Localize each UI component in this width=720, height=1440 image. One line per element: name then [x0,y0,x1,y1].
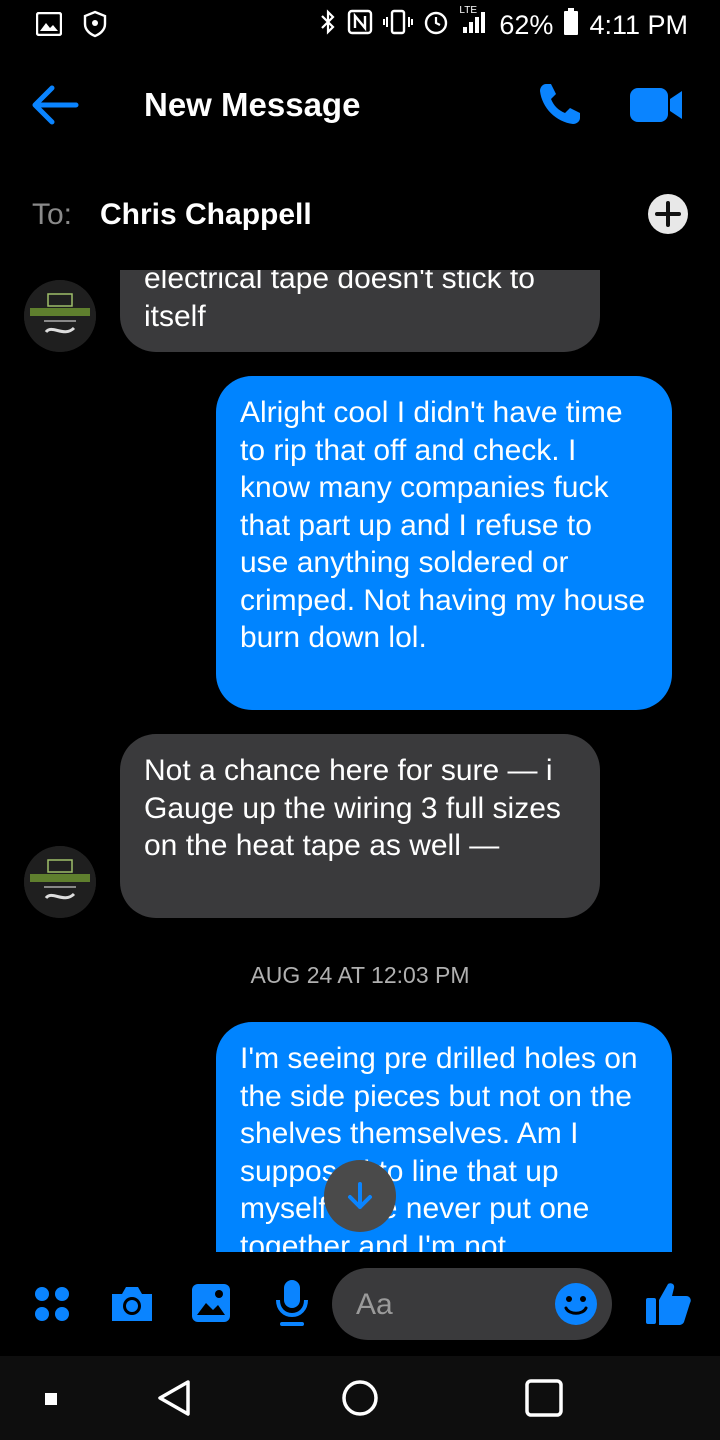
nav-home-icon [342,1380,378,1416]
signal-icon: LTE [459,5,489,42]
contact-logo-icon [24,280,96,352]
avatar[interactable] [24,280,96,352]
phone-icon [540,84,580,124]
add-recipient-button[interactable] [648,194,688,234]
message-input[interactable]: Aa [332,1268,612,1340]
nav-overview-icon [525,1379,563,1417]
video-call-button[interactable] [630,86,684,124]
gallery-icon [192,1284,230,1322]
nfc-icon [347,9,373,42]
alarm-icon [423,9,449,42]
recipient-name[interactable]: Chris Chappell [100,198,312,232]
apps-icon [35,1287,69,1321]
scroll-down-arrow-icon [348,1182,372,1209]
video-camera-icon [630,88,682,122]
voice-call-button[interactable] [536,80,584,128]
contact-logo-icon [24,846,96,918]
page-title: New Message [144,86,361,123]
emoji-icon [555,1283,597,1325]
voice-message-button[interactable] [274,1278,310,1333]
status-bar: LTE 62% 4:11 PM [0,0,720,50]
bluetooth-icon [319,8,337,43]
image-icon [35,11,63,41]
nav-back-button[interactable] [156,1378,192,1423]
avatar[interactable] [24,846,96,918]
emoji-button[interactable] [554,1282,598,1326]
apps-button[interactable] [32,1284,72,1329]
battery-percentage: 62% [499,10,554,40]
message-list[interactable]: electrical tape doesn't stick to itself … [0,270,720,1252]
composer-bar: Aa [0,1260,720,1350]
like-button[interactable] [644,1280,692,1331]
back-arrow-icon [32,85,79,125]
nav-recents-button[interactable] [44,1392,58,1411]
microphone-icon [276,1280,308,1326]
scroll-to-bottom-button[interactable] [324,1160,396,1232]
nav-home-button[interactable] [340,1378,380,1423]
nav-overview-button[interactable] [524,1378,564,1423]
system-nav-bar [0,1356,720,1440]
status-time: 4:11 PM [589,10,688,40]
message-timestamp: AUG 24 AT 12:03 PM [250,962,470,988]
camera-icon [112,1287,152,1321]
back-button[interactable] [30,80,82,130]
nav-back-icon [158,1380,190,1416]
recipient-row: To: Chris Chappell [0,190,720,246]
shield-icon [82,10,108,43]
message-bubble-outgoing[interactable]: Alright cool I didn't have time to rip t… [216,376,672,710]
vibrate-icon [383,9,414,42]
header-bar: New Message [0,60,720,150]
nav-recents-icon [45,1393,57,1405]
gallery-button[interactable] [190,1282,232,1329]
message-bubble-incoming[interactable]: Not a chance here for sure — i Gauge up … [120,734,600,918]
thumbs-up-icon [646,1283,691,1325]
camera-button[interactable] [108,1284,156,1329]
message-bubble-incoming[interactable]: electrical tape doesn't stick to itself [120,270,600,352]
plus-icon [655,201,681,227]
message-input-placeholder: Aa [356,1288,393,1321]
to-label: To: [32,198,73,231]
battery-icon [563,8,579,43]
message-bubble-outgoing[interactable]: I'm seeing pre drilled holes on the side… [216,1022,672,1252]
